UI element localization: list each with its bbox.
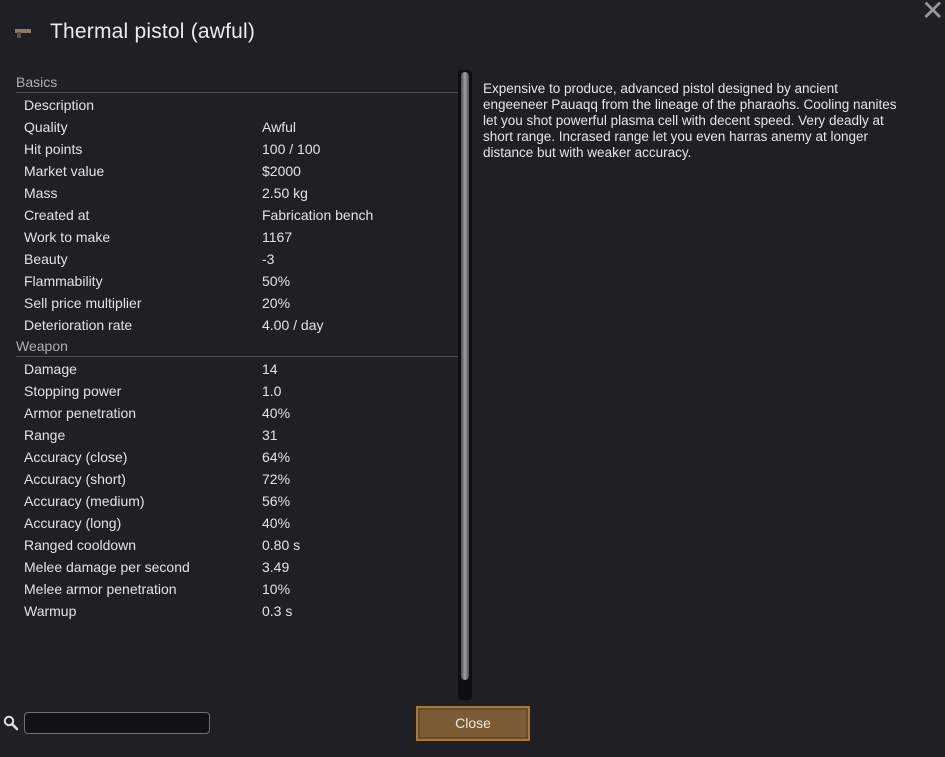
stat-label: Deterioration rate xyxy=(24,317,133,333)
scrollbar-thumb[interactable] xyxy=(461,72,469,680)
stat-label: Flammability xyxy=(24,273,103,289)
stat-value: 10% xyxy=(262,581,291,597)
stat-row: Sell price multiplier 20% xyxy=(16,292,458,314)
stat-label: Accuracy (close) xyxy=(24,449,128,465)
stat-value: 1.0 xyxy=(262,383,282,399)
stats-panel: Basics Description Quality Awful Hit points… xyxy=(16,72,458,622)
stat-label: Armor penetration xyxy=(24,405,137,421)
stat-label: Market value xyxy=(24,163,105,179)
stat-label: Damage xyxy=(24,361,77,377)
stat-row: Armor penetration 40% xyxy=(16,402,458,424)
pistol-icon xyxy=(12,25,34,39)
stat-value: 50% xyxy=(262,273,291,289)
stat-value: Awful xyxy=(262,119,296,135)
search-icon xyxy=(3,715,19,731)
stat-row: Melee armor penetration 10% xyxy=(16,578,458,600)
stat-value: 56% xyxy=(262,493,291,509)
stat-label: Warmup xyxy=(24,603,77,619)
stat-row: Warmup 0.3 s xyxy=(16,600,458,622)
stat-label: Sell price multiplier xyxy=(24,295,142,311)
stat-row: Accuracy (long) 40% xyxy=(16,512,458,534)
stat-value: 0.80 s xyxy=(262,537,301,553)
stat-value: 14 xyxy=(262,361,278,377)
search-input[interactable] xyxy=(24,712,210,734)
stat-row: Ranged cooldown 0.80 s xyxy=(16,534,458,556)
stat-row: Deterioration rate 4.00 / day xyxy=(16,314,458,336)
stat-row: Accuracy (medium) 56% xyxy=(16,490,458,512)
stat-row: Mass 2.50 kg xyxy=(16,182,458,204)
stat-label: Beauty xyxy=(24,251,68,267)
stat-row: Hit points 100 / 100 xyxy=(16,138,458,160)
stat-value: Fabrication bench xyxy=(262,207,374,223)
stat-label: Work to make xyxy=(24,229,111,245)
stat-value: 64% xyxy=(262,449,291,465)
stat-value: -3 xyxy=(262,251,275,267)
stat-row: Description xyxy=(16,94,458,116)
stat-label: Accuracy (medium) xyxy=(24,493,145,509)
stat-value: 20% xyxy=(262,295,291,311)
dialog-title: Thermal pistol (awful) xyxy=(50,20,256,43)
stat-value: 1167 xyxy=(262,229,293,245)
section-header: Basics xyxy=(16,72,458,93)
dialog-header: Thermal pistol (awful) xyxy=(12,16,255,48)
stat-value: $2000 xyxy=(262,163,301,179)
stat-row: Beauty -3 xyxy=(16,248,458,270)
stat-label: Quality xyxy=(24,119,68,135)
stat-row: Quality Awful xyxy=(16,116,458,138)
stat-label: Accuracy (short) xyxy=(24,471,126,487)
item-description: Expensive to produce, advanced pistol de… xyxy=(483,81,897,160)
stat-row: Accuracy (close) 64% xyxy=(16,446,458,468)
stat-value: 2.50 kg xyxy=(262,185,308,201)
stat-label: Mass xyxy=(24,185,58,201)
stat-value: 0.3 s xyxy=(262,603,293,619)
close-icon[interactable]: ✕ xyxy=(921,0,944,25)
close-button[interactable]: Close xyxy=(414,704,532,743)
stats-scrollbar[interactable] xyxy=(458,70,472,700)
stat-label: Stopping power xyxy=(24,383,122,399)
stat-value: 31 xyxy=(262,427,278,443)
stat-value: 4.00 / day xyxy=(262,317,324,333)
stat-label: Description xyxy=(24,97,95,113)
stat-row: Market value $2000 xyxy=(16,160,458,182)
stats-section-weapon: Weapon Damage 14 Stopping power 1.0 Armor pe… xyxy=(16,336,458,622)
stats-section-basics: Basics Description Quality Awful Hit points… xyxy=(16,72,458,336)
stat-row: Accuracy (short) 72% xyxy=(16,468,458,490)
stat-row: Melee damage per second 3.49 xyxy=(16,556,458,578)
stat-row: Stopping power 1.0 xyxy=(16,380,458,402)
stat-row: Damage 14 xyxy=(16,358,458,380)
stat-row: Flammability 50% xyxy=(16,270,458,292)
stat-label: Created at xyxy=(24,207,90,223)
stat-value: 40% xyxy=(262,515,291,531)
stat-row: Work to make 1167 xyxy=(16,226,458,248)
stat-value: 72% xyxy=(262,471,291,487)
stat-row: Created at Fabrication bench xyxy=(16,204,458,226)
stat-value: 40% xyxy=(262,405,291,421)
stat-label: Melee armor penetration xyxy=(24,581,177,597)
stat-row: Range 31 xyxy=(16,424,458,446)
stat-value: 3.49 xyxy=(262,559,290,575)
stat-label: Accuracy (long) xyxy=(24,515,122,531)
stat-label: Melee damage per second xyxy=(24,559,190,575)
item-info-dialog: Thermal pistol (awful) ✕ Basics Descript… xyxy=(0,0,945,757)
stat-label: Hit points xyxy=(24,141,83,157)
stat-label: Range xyxy=(24,427,66,443)
stat-value: 100 / 100 xyxy=(262,141,321,157)
section-header: Weapon xyxy=(16,336,458,357)
stat-label: Ranged cooldown xyxy=(24,537,137,553)
